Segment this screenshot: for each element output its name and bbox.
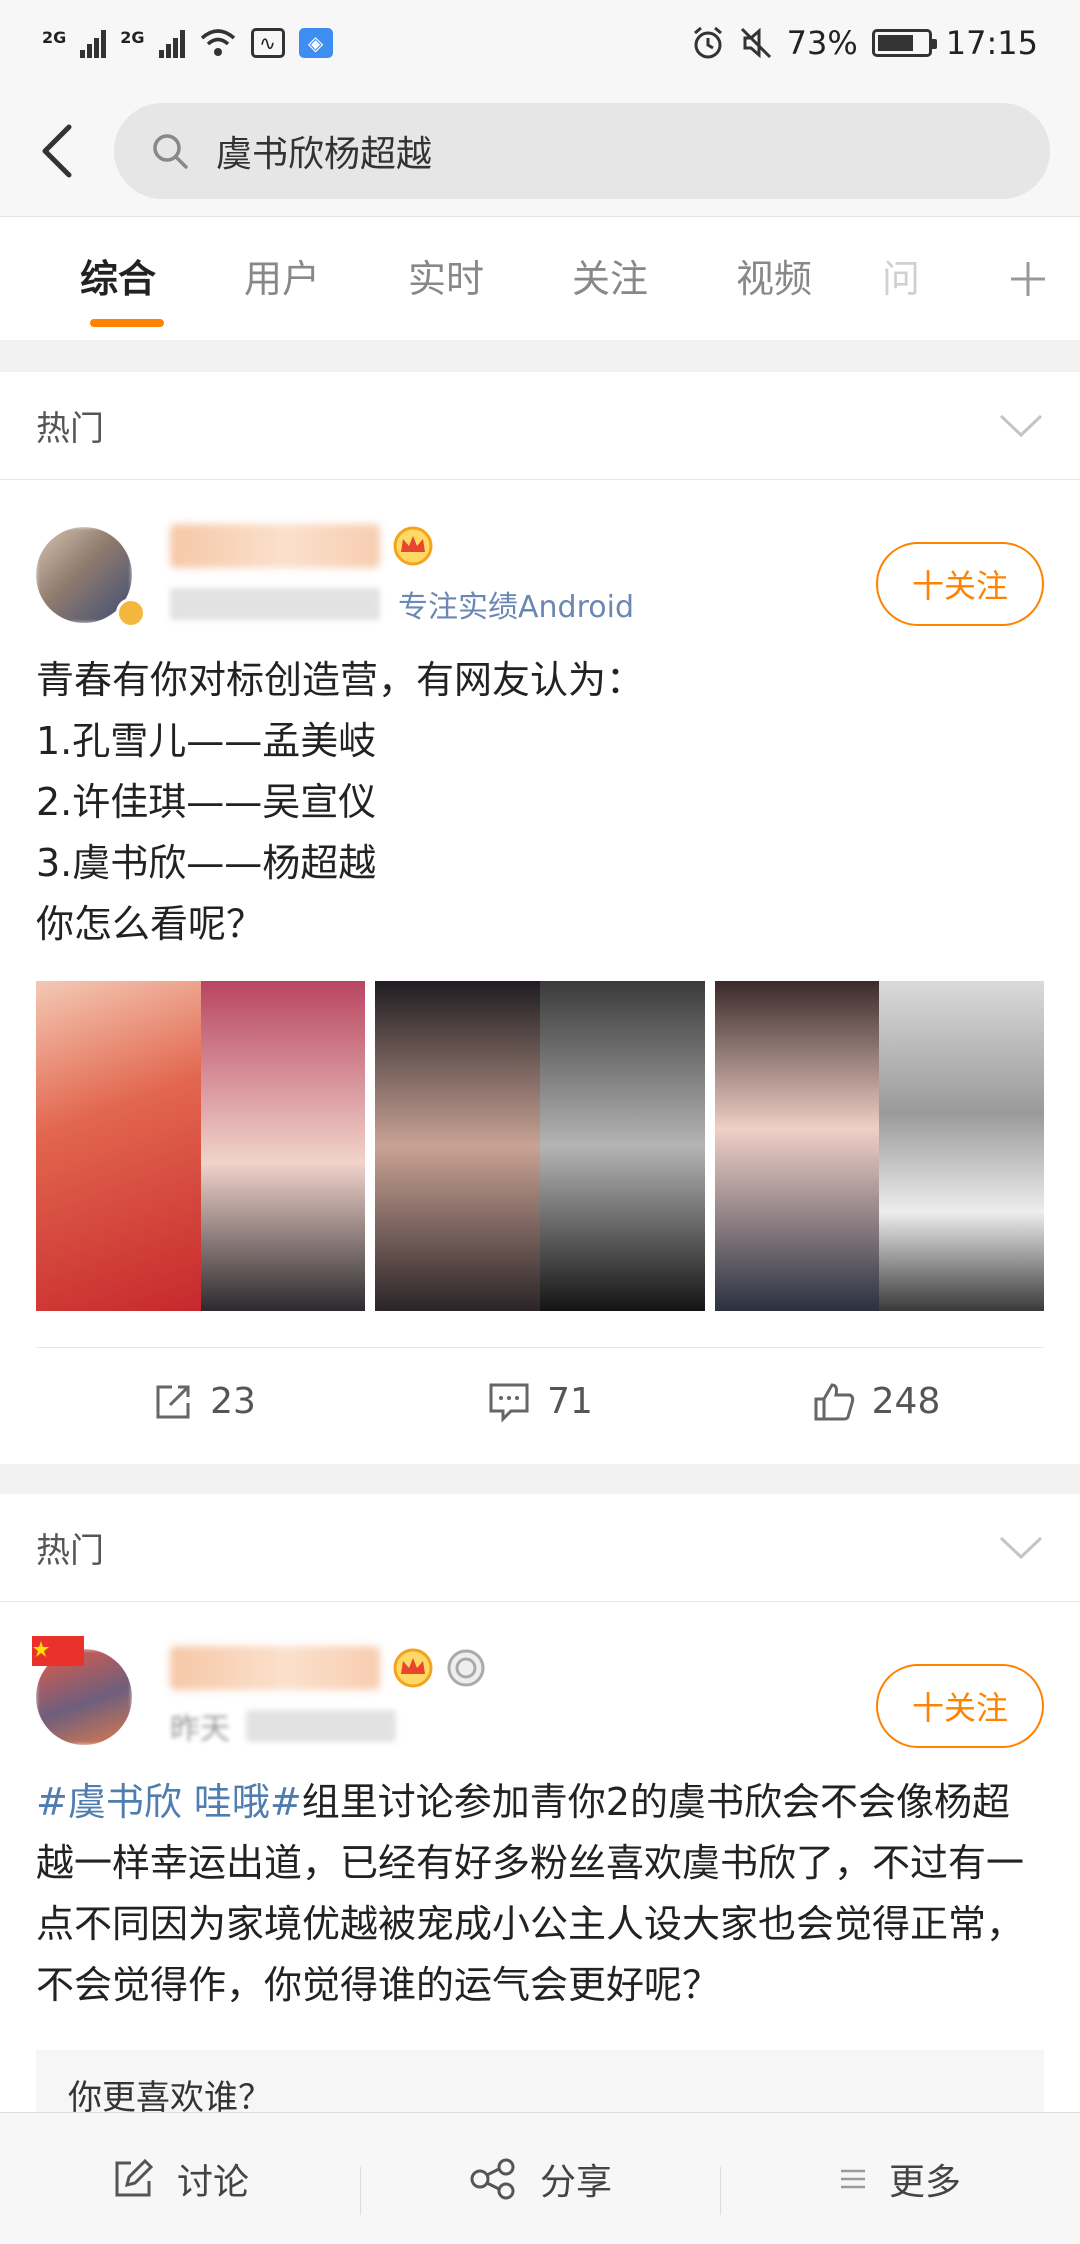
- network-type: 2G: [42, 28, 67, 47]
- chevron-down-icon[interactable]: [998, 413, 1044, 439]
- battery-percent: 73%: [786, 24, 858, 62]
- more-label: 更多: [888, 2161, 961, 2203]
- topic-link[interactable]: #虞书欣 哇哦#: [36, 1780, 302, 1824]
- section-label: 热门: [36, 409, 104, 449]
- repost-button[interactable]: 23: [36, 1381, 372, 1423]
- source-text: 专注实绩Android: [398, 590, 634, 625]
- follow-button[interactable]: 十关注: [876, 542, 1044, 626]
- share-label: 分享: [539, 2161, 612, 2203]
- mute-icon: [740, 27, 771, 59]
- content-line: 青春有你对标创造营，有网友认为：: [36, 658, 645, 702]
- status-left: 2G 2G ∿ ◈: [42, 28, 333, 58]
- discuss-label: 讨论: [176, 2161, 249, 2203]
- plus-icon: [1011, 262, 1045, 296]
- wifi-icon: [200, 29, 235, 56]
- network-type-2: 2G: [120, 28, 145, 47]
- search-input[interactable]: 虞书欣杨超越: [114, 103, 1050, 199]
- post-photo[interactable]: [714, 981, 1044, 1311]
- hot-section-header[interactable]: 热门: [0, 1494, 1080, 1602]
- post-source: 专注实绩Android: [170, 582, 634, 626]
- post-photo[interactable]: [36, 981, 366, 1311]
- flag-icon: [32, 1636, 84, 1666]
- shield-icon: ◈: [298, 28, 333, 58]
- tab-questions[interactable]: 问: [856, 217, 946, 341]
- edit-icon: [115, 2158, 154, 2196]
- comment-count: 71: [547, 1381, 593, 1422]
- like-button[interactable]: 248: [708, 1381, 1044, 1423]
- medal-icon: [447, 1649, 485, 1687]
- comment-button[interactable]: 71: [372, 1381, 708, 1423]
- tab-video[interactable]: 视频: [692, 217, 856, 341]
- battery-icon: [871, 29, 937, 57]
- more-button[interactable]: 更多: [720, 2153, 1080, 2215]
- chevron-left-icon: [42, 124, 72, 178]
- crown-icon: [393, 1648, 433, 1688]
- discuss-button[interactable]: 讨论: [0, 2153, 360, 2205]
- post-meta: 专注实绩Android: [170, 524, 634, 626]
- repost-icon: [156, 1385, 190, 1418]
- search-icon: [153, 134, 188, 169]
- timestamp-blurred: [170, 588, 380, 620]
- post-meta: 昨天: [170, 1646, 486, 1748]
- bottom-action-bar: 讨论 分享 更多: [0, 2112, 1080, 2244]
- clock: 17:15: [945, 24, 1038, 62]
- tab-users[interactable]: 用户: [200, 217, 364, 341]
- follow-button[interactable]: 十关注: [876, 1664, 1044, 1748]
- username-blurred[interactable]: [170, 524, 380, 568]
- post-actions: 23 71 248: [36, 1347, 1044, 1455]
- tab-following[interactable]: 关注: [528, 217, 692, 341]
- post-card: 热门 专注实绩Android 十关注 青春有你对标创造营，有网友认为： 1.孔雪…: [0, 372, 1080, 1464]
- section-label: 热门: [36, 1531, 104, 1571]
- post-source: 昨天: [170, 1704, 486, 1748]
- tab-bar: 综合 用户 实时 关注 视频 问: [0, 216, 1080, 340]
- post-card: 热门 昨天 十关注 #虞书欣 哇哦#组里讨论参加青你2的虞书欣会不会像杨超越一样…: [0, 1494, 1080, 2134]
- username-blurred[interactable]: [170, 1646, 380, 1690]
- menu-icon: [840, 2169, 865, 2188]
- post-header: 专注实绩Android 十关注: [0, 480, 1080, 630]
- repost-count: 23: [210, 1381, 256, 1422]
- photo-grid: [36, 981, 1044, 1311]
- post-time: 昨天: [170, 1712, 230, 1747]
- content-line: 2.许佳琪——吴宣仪: [36, 780, 377, 824]
- search-header: 虞书欣杨超越: [0, 86, 1080, 216]
- content-line: 你怎么看呢？: [36, 902, 265, 946]
- tab-comprehensive[interactable]: 综合: [36, 217, 200, 341]
- post-content[interactable]: 青春有你对标创造营，有网友认为： 1.孔雪儿——孟美岐 2.许佳琪——吴宣仪 3…: [0, 630, 1080, 955]
- pulse-icon: ∿: [250, 28, 285, 58]
- post-header: 昨天 十关注: [0, 1602, 1080, 1752]
- share-icon: [470, 2158, 515, 2199]
- add-tab-button[interactable]: [996, 217, 1060, 341]
- signal-icon-2: [158, 28, 185, 58]
- post-content[interactable]: #虞书欣 哇哦#组里讨论参加青你2的虞书欣会不会像杨超越一样幸运出道，已经有好多…: [0, 1752, 1080, 2016]
- content-line: 1.孔雪儿——孟美岐: [36, 719, 377, 763]
- content-line: 3.虞书欣——杨超越: [36, 841, 377, 885]
- timestamp-blurred: [246, 1710, 396, 1742]
- crown-icon: [393, 526, 433, 566]
- post-photo[interactable]: [375, 981, 705, 1311]
- share-button[interactable]: 分享: [360, 2153, 720, 2215]
- status-right: 73% 17:15: [691, 24, 1038, 62]
- search-query: 虞书欣杨超越: [216, 134, 433, 175]
- status-bar: 2G 2G ∿ ◈ 73% 17:15: [0, 0, 1080, 86]
- comment-icon: [489, 1383, 529, 1423]
- like-count: 248: [871, 1381, 941, 1422]
- back-button[interactable]: [30, 111, 82, 191]
- signal-icon: [80, 28, 107, 58]
- hot-section-header[interactable]: 热门: [0, 372, 1080, 480]
- alarm-icon: [693, 26, 722, 59]
- thumbs-up-icon: [814, 1382, 854, 1420]
- tab-realtime[interactable]: 实时: [364, 217, 528, 341]
- chevron-down-icon[interactable]: [998, 1535, 1044, 1561]
- verified-badge-icon: [116, 598, 146, 628]
